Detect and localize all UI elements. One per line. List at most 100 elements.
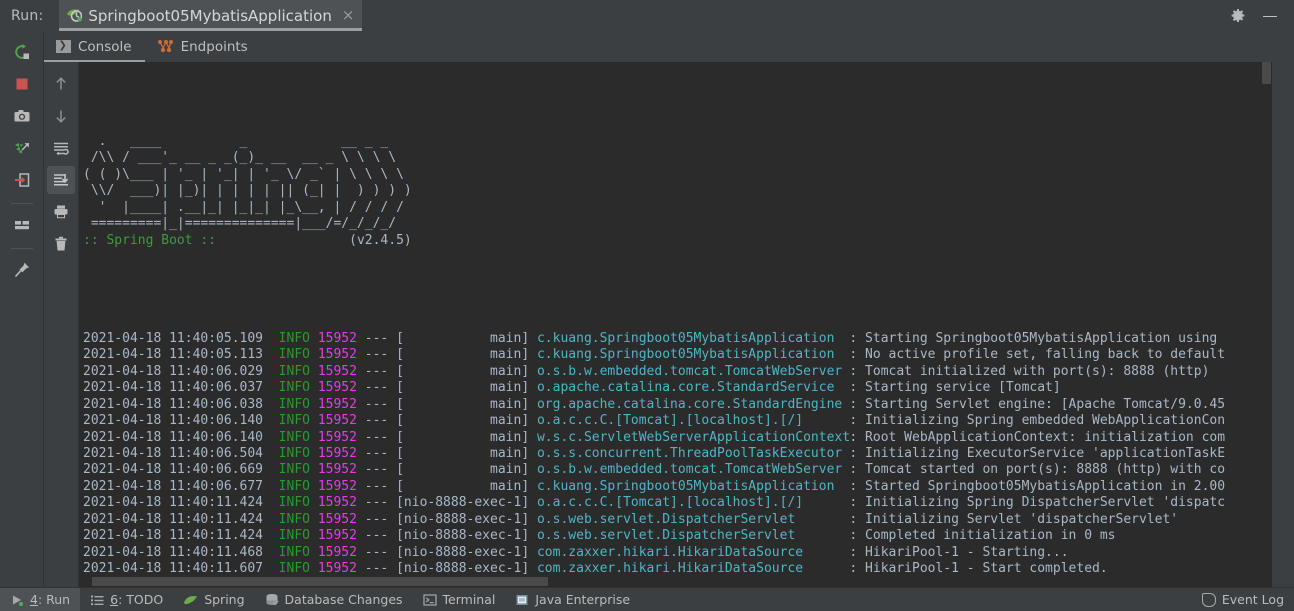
- scroll-to-end-button[interactable]: [47, 166, 75, 194]
- vertical-scrollbar[interactable]: [1261, 62, 1272, 588]
- log-line: 2021-04-18 11:40:11.468 INFO 15952 --- […: [83, 545, 1262, 561]
- status-item-spring-label: Spring: [204, 592, 245, 607]
- status-item-terminal-label: Terminal: [442, 592, 496, 607]
- log-message: : Starting Springboot05MybatisApplicatio…: [841, 330, 1218, 346]
- status-item-run-text: : Run: [37, 592, 71, 607]
- log-logger: o.apache.catalina.core.StandardService: [536, 380, 835, 396]
- log-level: INFO: [278, 495, 310, 511]
- status-item-database-changes[interactable]: Database Changes: [255, 588, 413, 611]
- log-line: 2021-04-18 11:40:06.669 INFO 15952 --- […: [83, 462, 1262, 478]
- log-timestamp: 2021-04-18 11:40:06.677: [83, 478, 279, 494]
- rerun-button[interactable]: [8, 38, 36, 66]
- spring-boot-banner: . ____ _ __ _ _ /\\ / ___'_ __ _ _(_)_ _…: [83, 134, 1262, 249]
- banner-ascii: /\\ / ___'_ __ _ _(_)_ __ __ _ \ \ \ \: [83, 150, 397, 166]
- log-thread: [ main]: [396, 363, 537, 379]
- banner-ascii: ' |____| .__|_| |_|_| |_\__, | / / / /: [83, 199, 404, 215]
- log-line: 2021-04-18 11:40:11.424 INFO 15952 --- […: [83, 528, 1262, 544]
- gear-icon[interactable]: [1230, 8, 1246, 24]
- log-pid: 15952: [317, 478, 357, 494]
- status-bar: 4: Run 6: TODO Spring Database Changes T…: [0, 587, 1294, 611]
- status-item-run[interactable]: 4: Run: [0, 588, 81, 611]
- log-level: INFO: [278, 330, 310, 346]
- status-bar-right: Event Log: [1192, 588, 1294, 611]
- status-item-run-number: 4: [30, 592, 38, 607]
- terminal-icon: [422, 593, 437, 607]
- log-thread: [ main]: [396, 462, 537, 478]
- log-space: [310, 331, 318, 346]
- endpoints-icon: [157, 39, 174, 54]
- log-timestamp: 2021-04-18 11:40:06.669: [83, 462, 279, 478]
- status-item-spring[interactable]: Spring: [173, 588, 254, 611]
- log-separator: ---: [356, 495, 397, 511]
- spring-boot-run-icon: [65, 7, 83, 24]
- log-space: [310, 347, 318, 362]
- log-space: [310, 462, 318, 477]
- log-logger: w.s.c.ServletWebServerApplicationContext: [536, 429, 851, 445]
- log-separator: ---: [356, 462, 397, 478]
- log-timestamp: 2021-04-18 11:40:06.038: [83, 396, 279, 412]
- stop-button[interactable]: [8, 70, 36, 98]
- log-level: INFO: [278, 528, 310, 544]
- arrow-up-icon: [52, 75, 70, 93]
- spring-leaf-icon: [183, 593, 198, 607]
- run-configuration-tab[interactable]: Springboot05MybatisApplication ×: [59, 0, 363, 31]
- console-output[interactable]: . ____ _ __ _ _ /\\ / ___'_ __ _ _(_)_ _…: [79, 62, 1262, 588]
- log-logger: o.a.c.c.C.[Tomcat].[localhost].[/]: [536, 495, 804, 511]
- log-line: 2021-04-18 11:40:05.113 INFO 15952 --- […: [83, 347, 1262, 363]
- log-line: 2021-04-18 11:40:06.140 INFO 15952 --- […: [83, 430, 1262, 446]
- status-item-todo-label: 6: TODO: [110, 592, 163, 607]
- minimize-icon[interactable]: [1262, 8, 1278, 24]
- log-level: INFO: [278, 462, 310, 478]
- status-item-todo[interactable]: 6: TODO: [80, 588, 173, 611]
- vertical-scrollbar-thumb[interactable]: [1262, 62, 1271, 84]
- pin-button[interactable]: [8, 256, 36, 284]
- clear-all-button[interactable]: [47, 230, 75, 258]
- close-icon[interactable]: ×: [342, 8, 355, 23]
- log-separator: ---: [356, 363, 397, 379]
- log-line: 2021-04-18 11:40:06.140 INFO 15952 --- […: [83, 413, 1262, 429]
- log-timestamp: 2021-04-18 11:40:06.140: [83, 413, 279, 429]
- log-separator: ---: [356, 511, 397, 527]
- todo-list-icon: [90, 593, 104, 607]
- log-separator: ---: [356, 413, 397, 429]
- down-button[interactable]: [47, 102, 75, 130]
- camera-icon: [13, 107, 31, 125]
- console-icon: [56, 39, 71, 53]
- banner-ascii: ( ( )\___ | '_ | '_| | '_ \/ _` | \ \ \ …: [83, 166, 404, 182]
- up-button[interactable]: [47, 70, 75, 98]
- tab-endpoints[interactable]: Endpoints: [145, 32, 261, 62]
- status-item-java-enterprise[interactable]: Java Enterprise: [505, 588, 640, 611]
- status-item-event-log[interactable]: Event Log: [1192, 588, 1294, 611]
- log-logger: c.kuang.Springboot05MybatisApplication: [536, 330, 835, 346]
- banner-ascii: . ____ _ __ _ _: [83, 133, 389, 149]
- status-item-terminal[interactable]: Terminal: [413, 588, 506, 611]
- status-item-todo-text: : TODO: [118, 592, 164, 607]
- log-logger: o.a.c.c.C.[Tomcat].[localhost].[/]: [536, 413, 804, 429]
- log-timestamp: 2021-04-18 11:40:06.140: [83, 429, 279, 445]
- soft-wrap-button[interactable]: [47, 134, 75, 162]
- exit-button[interactable]: [8, 166, 36, 194]
- screenshot-button[interactable]: [8, 102, 36, 130]
- tab-console[interactable]: Console: [44, 32, 145, 62]
- layout-button[interactable]: [8, 211, 36, 239]
- run-label: Run:: [11, 7, 44, 24]
- log-thread: [ main]: [396, 445, 537, 461]
- log-line: 2021-04-18 11:40:05.109 INFO 15952 --- […: [83, 331, 1262, 347]
- log-message: : Tomcat started on port(s): 8888 (http)…: [841, 462, 1226, 478]
- log-space: [310, 561, 318, 576]
- thread-dump-button[interactable]: [8, 134, 36, 162]
- banner-ascii: \\/ ___)| |_)| | | | | || (_| | ) ) ) ): [83, 183, 412, 199]
- log-logger: o.s.b.w.embedded.tomcat.TomcatWebServer: [536, 462, 843, 478]
- log-pid: 15952: [317, 445, 357, 461]
- log-lines-container: 2021-04-18 11:40:05.109 INFO 15952 --- […: [83, 331, 1262, 578]
- log-line: 2021-04-18 11:40:06.677 INFO 15952 --- […: [83, 479, 1262, 495]
- log-separator: ---: [356, 429, 397, 445]
- print-button[interactable]: [47, 198, 75, 226]
- horizontal-scrollbar-thumb[interactable]: [92, 577, 548, 586]
- log-separator: ---: [356, 544, 397, 560]
- log-level: INFO: [278, 429, 310, 445]
- log-level: INFO: [278, 478, 310, 494]
- console-right-gutter: [1272, 62, 1294, 588]
- run-play-icon: [10, 593, 24, 607]
- log-message: : Initializing Spring embedded WebApplic…: [841, 413, 1226, 429]
